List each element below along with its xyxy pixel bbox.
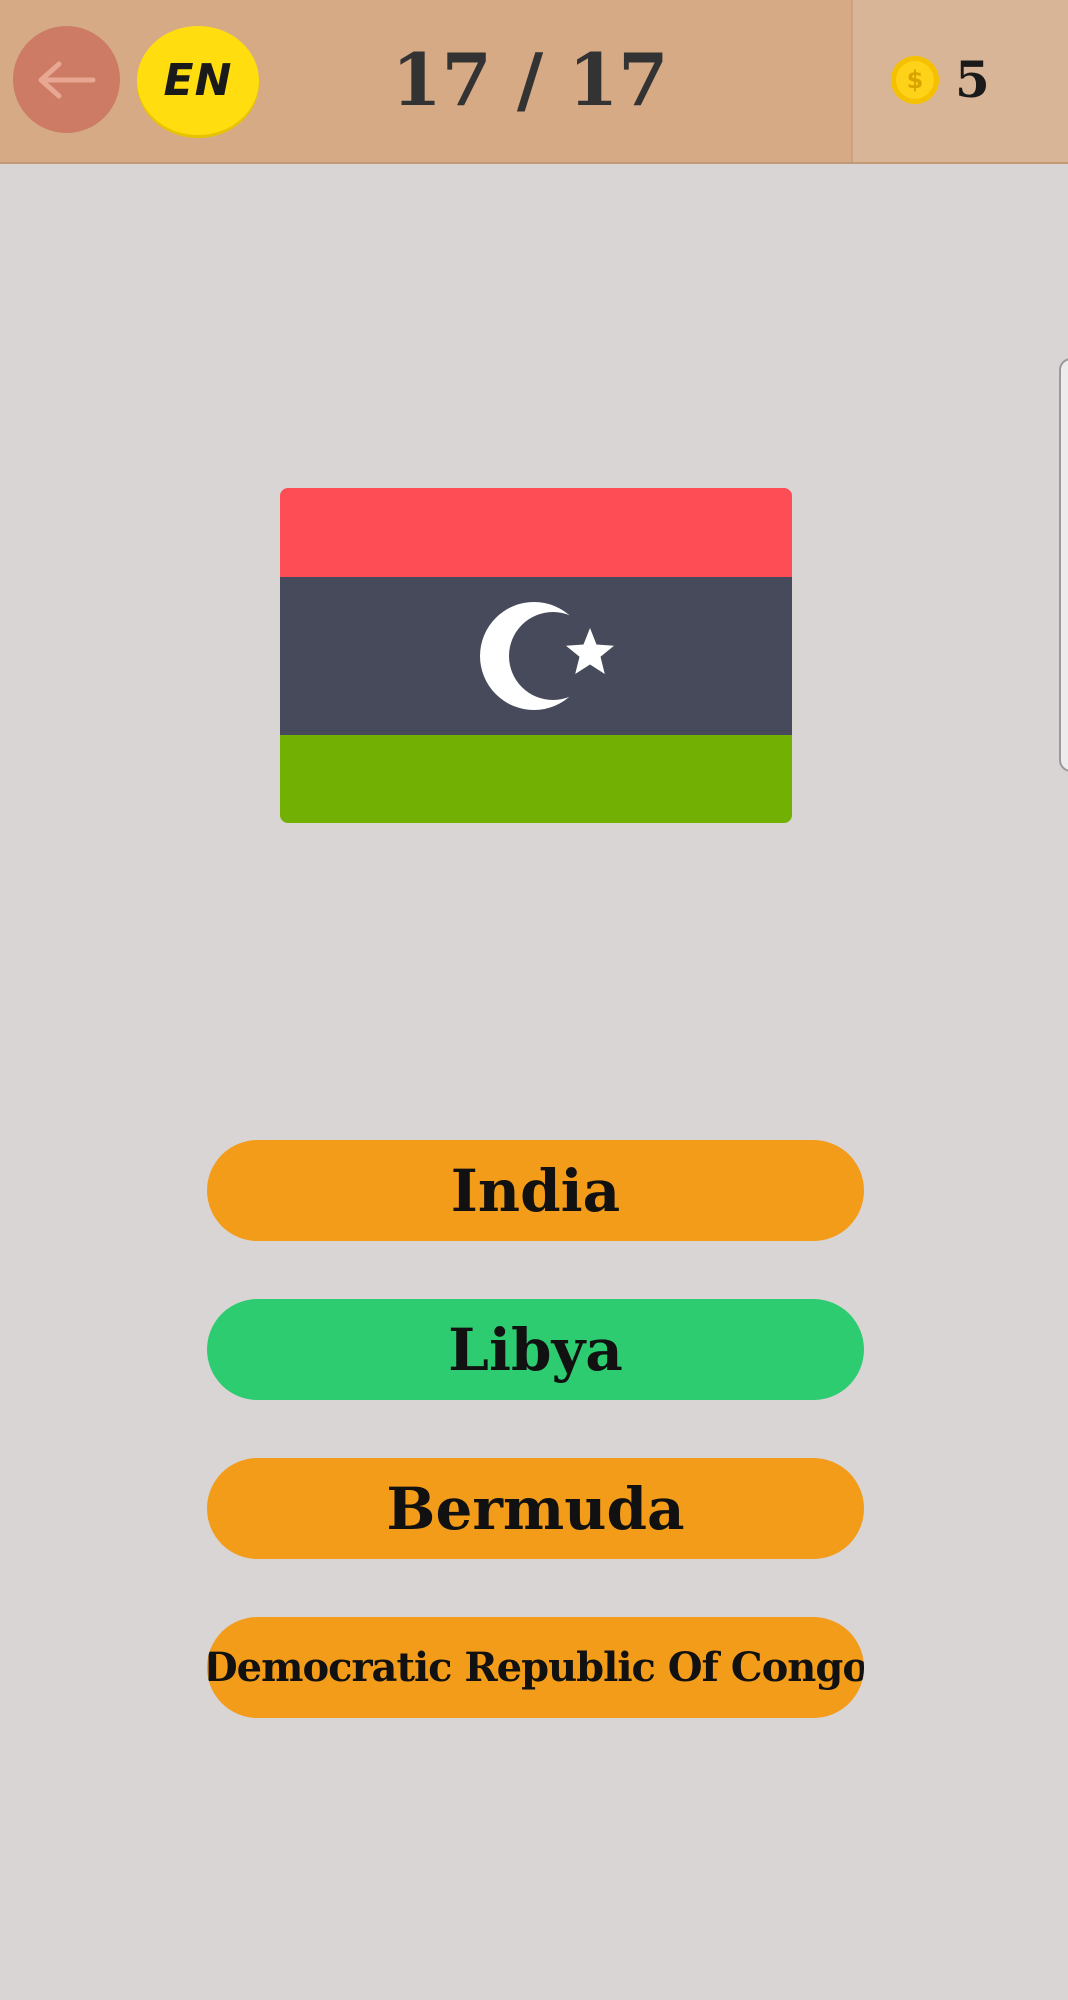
back-button[interactable] (13, 26, 120, 133)
answer-option-drc[interactable]: Democratic Republic Of Congo (207, 1617, 864, 1718)
answer-option-libya[interactable]: Libya (207, 1299, 864, 1400)
answer-option-bermuda[interactable]: Bermuda (207, 1458, 864, 1559)
top-bar: EN 17 / 17 $ 5 (0, 0, 1068, 164)
libya-flag-icon (280, 488, 792, 823)
coin-symbol: $ (906, 66, 924, 94)
question-progress: 17 / 17 (391, 37, 669, 122)
coins-panel: $ 5 (851, 0, 1068, 162)
side-drawer-handle[interactable] (1059, 358, 1068, 772)
language-label: EN (163, 55, 233, 106)
coin-icon: $ (891, 56, 939, 104)
arrow-left-icon (38, 61, 95, 98)
language-button[interactable]: EN (137, 26, 259, 135)
coin-count: 5 (955, 50, 990, 109)
answer-option-india[interactable]: India (207, 1140, 864, 1241)
